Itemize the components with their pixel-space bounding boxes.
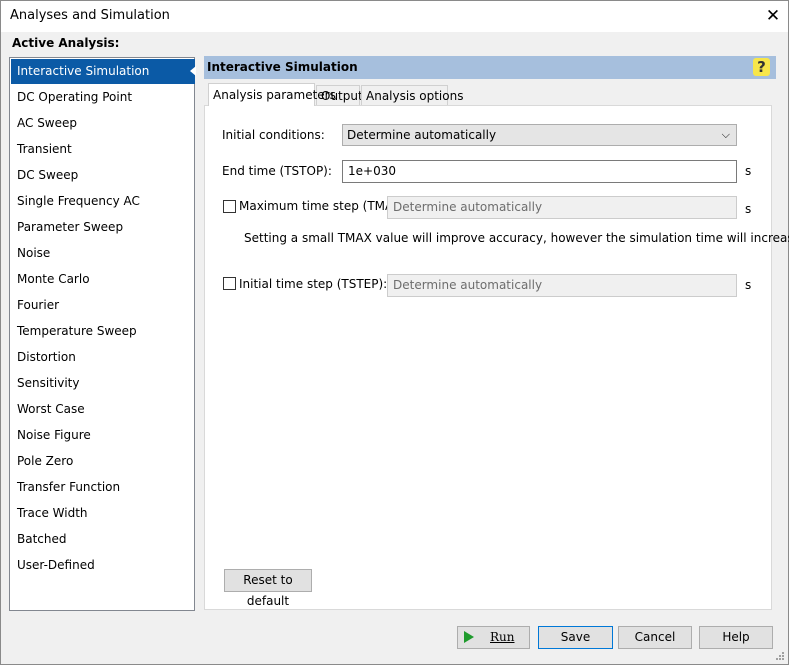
initial-time-step-label: Initial time step (TSTEP): bbox=[239, 277, 388, 291]
analysis-list-item-label: Transient bbox=[17, 142, 72, 156]
tab-analysis-parameters[interactable]: Analysis parameters bbox=[208, 83, 336, 106]
resize-grip-icon[interactable] bbox=[775, 651, 785, 661]
initial-time-step-checkbox[interactable] bbox=[223, 277, 236, 290]
analysis-list-item[interactable]: Fourier bbox=[11, 293, 195, 318]
analysis-list-item-label: Single Frequency AC bbox=[17, 194, 140, 208]
analysis-list-item-label: Sensitivity bbox=[17, 376, 80, 390]
analysis-list-item[interactable]: Parameter Sweep bbox=[11, 215, 195, 240]
tmax-note: Setting a small TMAX value will improve … bbox=[244, 231, 789, 245]
analysis-list-item[interactable]: Noise Figure bbox=[11, 423, 195, 448]
selection-notch-icon bbox=[190, 66, 196, 76]
save-button[interactable]: Save bbox=[538, 626, 613, 649]
analysis-list-item[interactable]: Trace Width bbox=[11, 501, 195, 526]
analysis-list-item-label: DC Operating Point bbox=[17, 90, 133, 104]
chevron-down-icon: ⌵ bbox=[721, 128, 730, 141]
help-button[interactable]: Help bbox=[699, 626, 773, 649]
analysis-list-item[interactable]: Sensitivity bbox=[11, 371, 195, 396]
initial-time-step-unit: s bbox=[745, 278, 752, 292]
analysis-header-title: Interactive Simulation bbox=[207, 60, 358, 74]
analysis-list-item[interactable]: DC Operating Point bbox=[11, 85, 195, 110]
analysis-list-item-label: Distortion bbox=[17, 350, 76, 364]
analysis-list-item-label: Pole Zero bbox=[17, 454, 74, 468]
max-time-step-label: Maximum time step (TMAX): bbox=[239, 199, 411, 213]
analysis-list-item-label: Temperature Sweep bbox=[17, 324, 137, 338]
end-time-label: End time (TSTOP): bbox=[222, 164, 332, 178]
initial-conditions-label: Initial conditions: bbox=[222, 128, 325, 142]
play-icon bbox=[464, 631, 474, 643]
reset-to-default-button[interactable]: Reset to default bbox=[224, 569, 312, 608]
analysis-header: Interactive Simulation ? bbox=[204, 56, 776, 79]
max-time-step-input[interactable]: Determine automatically bbox=[387, 196, 737, 219]
analysis-list-item[interactable]: User-Defined bbox=[11, 553, 195, 578]
dialog-window: Analyses and Simulation ✕ Active Analysi… bbox=[0, 0, 789, 665]
tab-analysis-options[interactable]: Analysis options bbox=[361, 85, 463, 105]
analysis-list-item[interactable]: Distortion bbox=[11, 345, 195, 370]
analysis-list-item[interactable]: Pole Zero bbox=[11, 449, 195, 474]
analysis-list[interactable]: Interactive Simulation DC Operating Point… bbox=[9, 57, 196, 611]
analysis-list-item-label: Transfer Function bbox=[17, 480, 121, 494]
close-icon[interactable]: ✕ bbox=[761, 5, 785, 27]
analysis-list-item-label: Worst Case bbox=[17, 402, 85, 416]
analysis-list-item[interactable]: Interactive Simulation bbox=[11, 59, 196, 84]
analysis-list-item-label: Fourier bbox=[17, 298, 60, 312]
cancel-button[interactable]: Cancel bbox=[618, 626, 692, 649]
max-time-step-checkbox[interactable] bbox=[223, 200, 236, 213]
analysis-list-item[interactable]: Transient bbox=[11, 137, 195, 162]
analysis-list-item-label: User-Defined bbox=[17, 558, 95, 572]
analysis-list-item-label: Interactive Simulation bbox=[17, 64, 150, 78]
analysis-list-item-label: Noise bbox=[17, 246, 51, 260]
analysis-list-item-label: Trace Width bbox=[17, 506, 88, 520]
initial-conditions-value: Determine automatically bbox=[347, 128, 497, 142]
title-bar: Analyses and Simulation ✕ bbox=[1, 1, 788, 32]
analysis-list-item[interactable]: Monte Carlo bbox=[11, 267, 195, 292]
initial-conditions-select[interactable]: Determine automatically ⌵ bbox=[342, 124, 737, 146]
analysis-list-item[interactable]: DC Sweep bbox=[11, 163, 195, 188]
analysis-list-item-label: Monte Carlo bbox=[17, 272, 90, 286]
window-title: Analyses and Simulation bbox=[10, 8, 170, 23]
analysis-list-item[interactable]: Noise bbox=[11, 241, 195, 266]
analysis-list-item[interactable]: AC Sweep bbox=[11, 111, 195, 136]
analysis-list-item[interactable]: Batched bbox=[11, 527, 195, 552]
analysis-list-item-label: AC Sweep bbox=[17, 116, 78, 130]
run-button-label: Run bbox=[490, 630, 515, 644]
analysis-list-item-label: Batched bbox=[17, 532, 67, 546]
help-question-icon[interactable]: ? bbox=[753, 58, 770, 76]
analysis-list-item[interactable]: Worst Case bbox=[11, 397, 195, 422]
max-time-step-unit: s bbox=[745, 202, 752, 216]
analysis-list-item-label: Noise Figure bbox=[17, 428, 91, 442]
active-analysis-label: Active Analysis: bbox=[12, 36, 120, 50]
analysis-list-item-label: Parameter Sweep bbox=[17, 220, 124, 234]
analysis-list-item[interactable]: Transfer Function bbox=[11, 475, 195, 500]
analysis-list-item-label: DC Sweep bbox=[17, 168, 79, 182]
analysis-list-item[interactable]: Single Frequency AC bbox=[11, 189, 195, 214]
run-button[interactable]: Run bbox=[457, 626, 530, 649]
end-time-unit: s bbox=[745, 164, 752, 178]
initial-time-step-input[interactable]: Determine automatically bbox=[387, 274, 737, 297]
end-time-input[interactable]: 1e+030 bbox=[342, 160, 737, 183]
analysis-list-item[interactable]: Temperature Sweep bbox=[11, 319, 195, 344]
